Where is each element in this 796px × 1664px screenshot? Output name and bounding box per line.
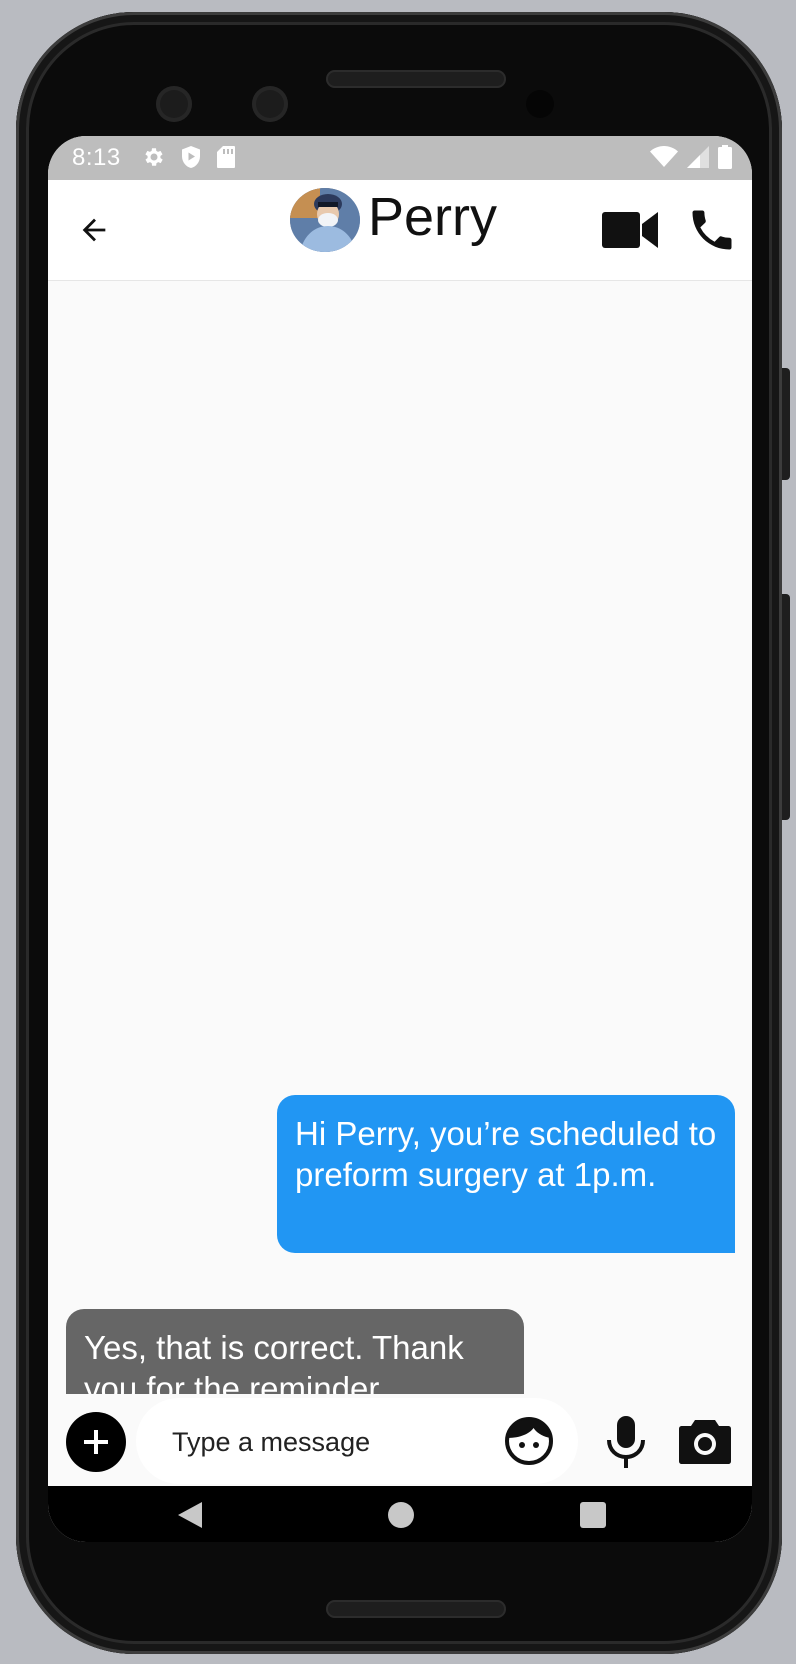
settings-icon	[145, 148, 163, 166]
shield-icon	[182, 146, 200, 168]
power-button	[782, 368, 790, 480]
camera-icon	[679, 1420, 731, 1464]
nav-home-button[interactable]	[388, 1502, 414, 1528]
add-icon	[84, 1430, 108, 1454]
phone-call-icon	[692, 210, 732, 250]
sent-message[interactable]: Hi Perry, you’re scheduled to preform su…	[277, 1095, 735, 1253]
volume-button	[782, 594, 790, 820]
front-sensor	[156, 86, 192, 122]
phone-call-button[interactable]	[686, 204, 738, 256]
app-bar: Perry	[48, 180, 752, 281]
proximity-sensor	[526, 90, 554, 118]
video-call-icon	[602, 212, 658, 248]
wifi-icon	[650, 146, 678, 167]
microphone-icon	[607, 1416, 645, 1468]
avatar-photo	[290, 188, 360, 252]
earpiece-speaker	[326, 70, 506, 88]
cell-signal-icon	[687, 146, 709, 168]
contact-avatar[interactable]	[290, 188, 360, 252]
screen: 8:13 Perry Hi Perry, you’re scheduled to…	[48, 136, 752, 1542]
camera-button[interactable]	[678, 1416, 732, 1466]
microphone-button[interactable]	[604, 1414, 648, 1470]
sd-card-icon	[217, 146, 235, 168]
nav-back-icon[interactable]	[174, 1500, 204, 1530]
arrow-back-icon	[82, 218, 106, 242]
message-input[interactable]	[170, 1420, 474, 1464]
add-attachment-button[interactable]	[66, 1412, 126, 1472]
video-call-button[interactable]	[602, 208, 660, 252]
system-navigation-bar	[48, 1486, 752, 1542]
bottom-speaker	[326, 1600, 506, 1618]
battery-icon	[718, 145, 732, 169]
contact-name: Perry	[368, 187, 498, 247]
message-input-container	[136, 1398, 578, 1484]
status-time: 8:13	[72, 144, 121, 171]
back-button[interactable]	[74, 210, 114, 250]
status-icons-right	[650, 145, 732, 169]
front-camera	[252, 86, 288, 122]
status-icons-left	[142, 145, 236, 169]
emoji-button[interactable]	[504, 1416, 554, 1466]
message-list: Hi Perry, you’re scheduled to preform su…	[48, 281, 752, 1427]
status-bar: 8:13	[48, 136, 752, 180]
message-composer	[48, 1394, 752, 1486]
nav-recents-button[interactable]	[580, 1502, 606, 1528]
emoji-icon	[505, 1417, 553, 1465]
